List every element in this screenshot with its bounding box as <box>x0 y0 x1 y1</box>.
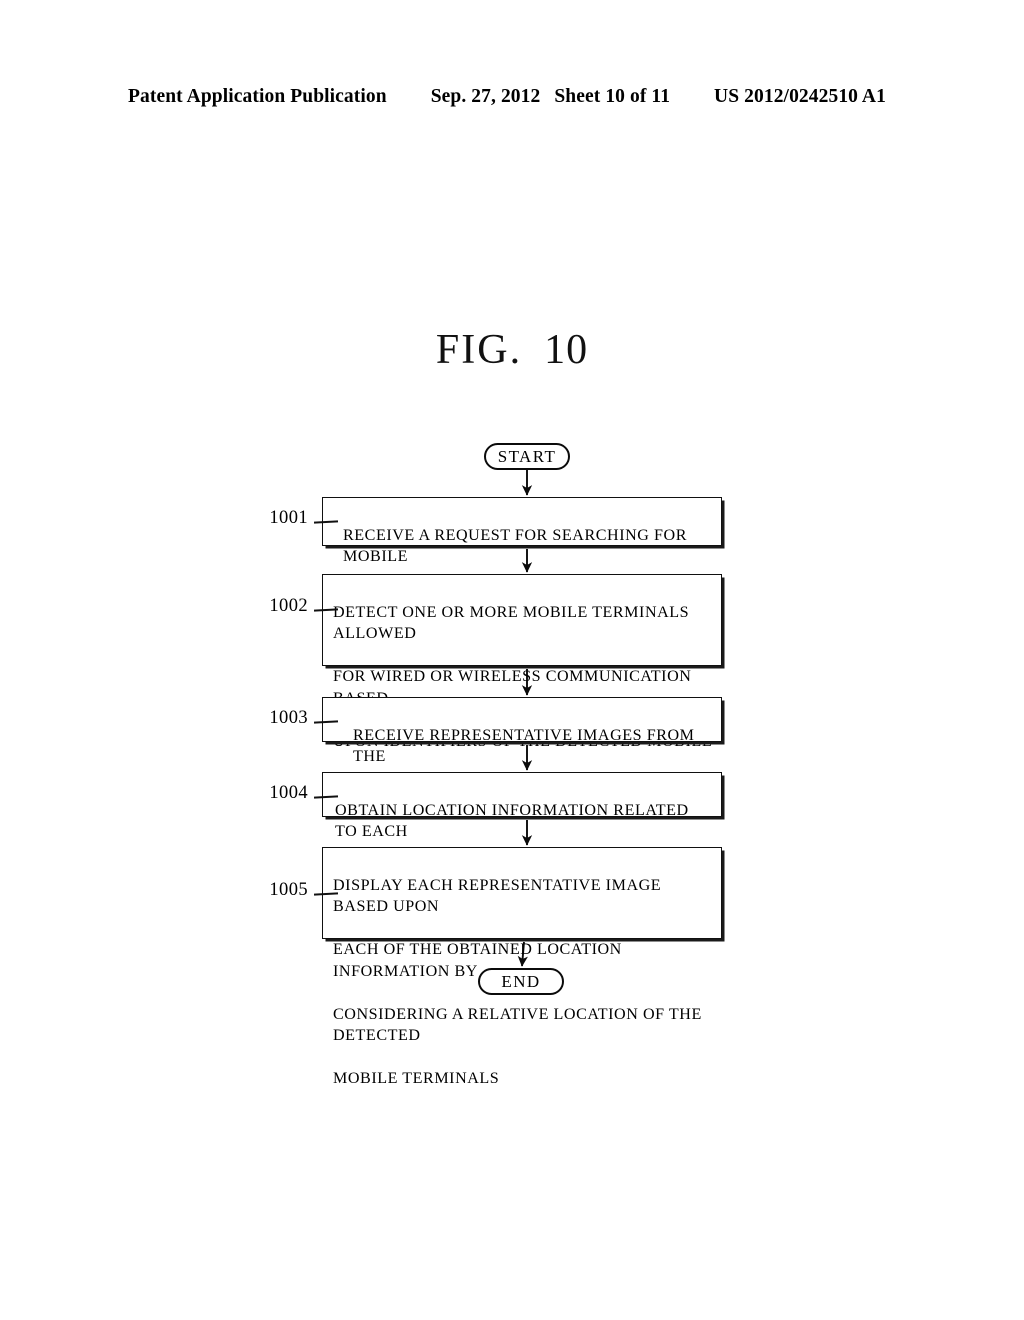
flowchart-step-1005: DISPLAY EACH REPRESENTATIVE IMAGE BASED … <box>322 847 722 1087</box>
flowchart-step-1003: RECEIVE REPRESENTATIVE IMAGES FROM THE D… <box>322 697 722 808</box>
step-1005-line-3: CONSIDERING A RELATIVE LOCATION OF THE D… <box>333 1005 702 1045</box>
step-1002-line-1: DETECT ONE OR MORE MOBILE TERMINALS ALLO… <box>333 603 690 643</box>
reference-numeral-1002: 1002 <box>269 596 308 616</box>
reference-numeral-1003: 1003 <box>269 708 308 728</box>
reference-numeral-1005: 1005 <box>269 880 308 900</box>
step-1004-line-1: OBTAIN LOCATION INFORMATION RELATED TO E… <box>335 801 689 841</box>
step-1001-line-1: RECEIVE A REQUEST FOR SEARCHING FOR MOBI… <box>343 526 687 566</box>
flowchart-start-terminator: START <box>484 443 570 470</box>
step-1005-line-1: DISPLAY EACH REPRESENTATIVE IMAGE BASED … <box>333 876 662 916</box>
step-1005-line-4: MOBILE TERMINALS <box>333 1070 500 1087</box>
step-1003-line-1: RECEIVE REPRESENTATIVE IMAGES FROM THE <box>353 726 695 766</box>
flowchart-step-1004: OBTAIN LOCATION INFORMATION RELATED TO E… <box>322 772 722 883</box>
reference-numeral-1001: 1001 <box>269 508 308 528</box>
flowchart-end-terminator: END <box>478 968 564 995</box>
flowchart-step-1002: DETECT ONE OR MORE MOBILE TERMINALS ALLO… <box>322 574 722 793</box>
flowchart-diagram: START RECEIVE A REQUEST FOR SEARCHING FO… <box>0 0 1024 1320</box>
reference-numeral-1004: 1004 <box>269 783 308 803</box>
flowchart-step-1001: RECEIVE A REQUEST FOR SEARCHING FOR MOBI… <box>322 497 722 608</box>
